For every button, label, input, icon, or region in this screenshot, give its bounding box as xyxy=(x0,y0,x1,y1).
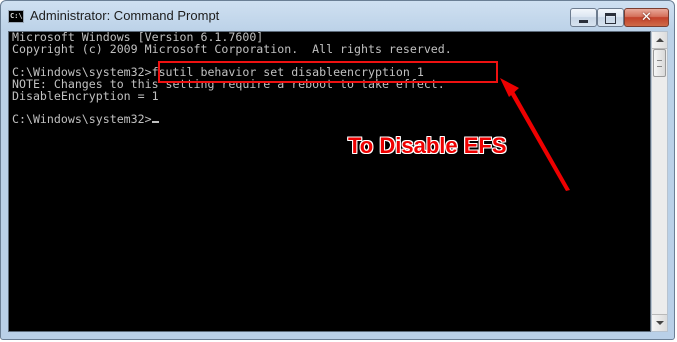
annotation-label: To Disable EFS xyxy=(348,133,507,158)
annotation-arrow-icon xyxy=(500,78,570,191)
